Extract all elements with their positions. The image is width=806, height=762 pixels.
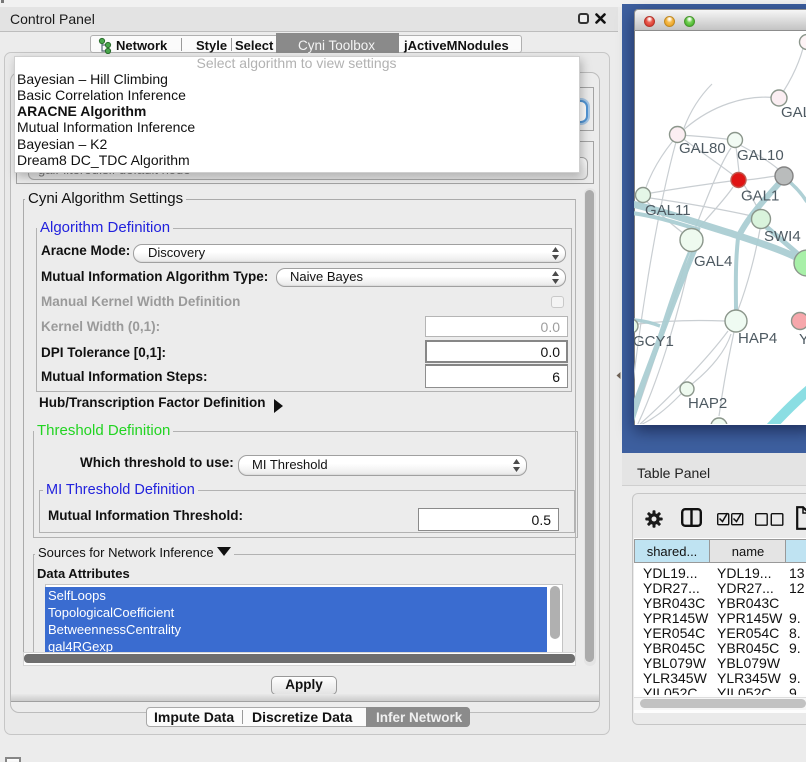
svg-text:GAL4: GAL4	[694, 253, 732, 270]
svg-text:HAP2: HAP2	[688, 395, 727, 412]
svg-text:SWI4: SWI4	[764, 228, 801, 245]
svg-text:HAP4: HAP4	[738, 330, 777, 347]
svg-text:Y: Y	[799, 331, 806, 348]
svg-text:GAL80: GAL80	[679, 140, 726, 157]
svg-text:GAL11: GAL11	[645, 202, 691, 219]
svg-text:GAL10: GAL10	[737, 147, 784, 164]
svg-text:GAL2: GAL2	[781, 104, 806, 121]
svg-text:GAL1: GAL1	[741, 188, 779, 205]
svg-text:GCY1: GCY1	[634, 333, 674, 350]
